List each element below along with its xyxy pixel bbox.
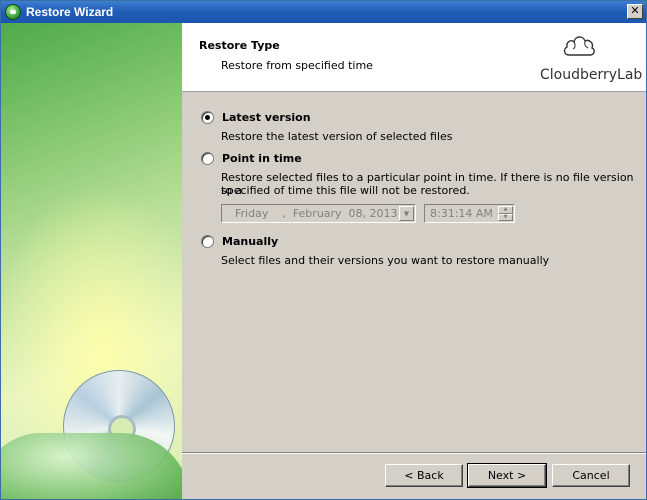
dropdown-arrow-icon[interactable]: ▼ <box>399 206 414 221</box>
time-picker[interactable]: 8:31:14 AM ▲ ▼ <box>424 204 515 223</box>
next-button[interactable]: Next > <box>467 463 547 488</box>
cloud-image <box>1 433 182 499</box>
manually-description: Select files and their versions you want… <box>221 254 550 267</box>
date-value: Friday , February 08, 2013 <box>235 207 398 220</box>
option-point-in-time[interactable]: Point in time <box>201 152 302 165</box>
window-title: Restore Wizard <box>26 5 114 19</box>
point-in-time-description-line2: specified of time this file will not be … <box>221 184 470 197</box>
back-button[interactable]: < Back <box>385 464 463 487</box>
spin-up-icon[interactable]: ▲ <box>498 206 513 214</box>
point-in-time-label[interactable]: Point in time <box>222 152 302 165</box>
latest-version-description: Restore the latest version of selected f… <box>221 130 453 143</box>
footer-separator <box>182 452 646 454</box>
cancel-button[interactable]: Cancel <box>552 464 630 487</box>
cloud-icon <box>563 36 595 56</box>
option-latest-version[interactable]: Latest version <box>201 111 311 124</box>
point-in-time-radio[interactable] <box>201 152 214 165</box>
manually-radio[interactable] <box>201 235 214 248</box>
manually-label[interactable]: Manually <box>222 235 278 248</box>
option-manually[interactable]: Manually <box>201 235 278 248</box>
wizard-header: Restore Type Restore from specified time… <box>182 23 646 92</box>
time-spinner[interactable]: ▲ ▼ <box>498 206 513 221</box>
page-subtitle: Restore from specified time <box>221 59 373 72</box>
page-title: Restore Type <box>199 39 280 52</box>
time-value: 8:31:14 AM <box>430 207 493 220</box>
restore-wizard-window: Restore Wizard ✕ Restore Type Restore fr… <box>0 0 647 500</box>
spin-down-icon[interactable]: ▼ <box>498 213 513 221</box>
app-icon <box>5 4 21 20</box>
close-button[interactable]: ✕ <box>627 4 643 19</box>
title-bar[interactable]: Restore Wizard ✕ <box>1 1 646 23</box>
company-logo: CloudberryLab <box>540 67 643 83</box>
date-picker[interactable]: Friday , February 08, 2013 ▼ <box>221 204 416 223</box>
wizard-side-graphic <box>1 23 182 499</box>
latest-version-label[interactable]: Latest version <box>222 111 311 124</box>
latest-version-radio[interactable] <box>201 111 214 124</box>
